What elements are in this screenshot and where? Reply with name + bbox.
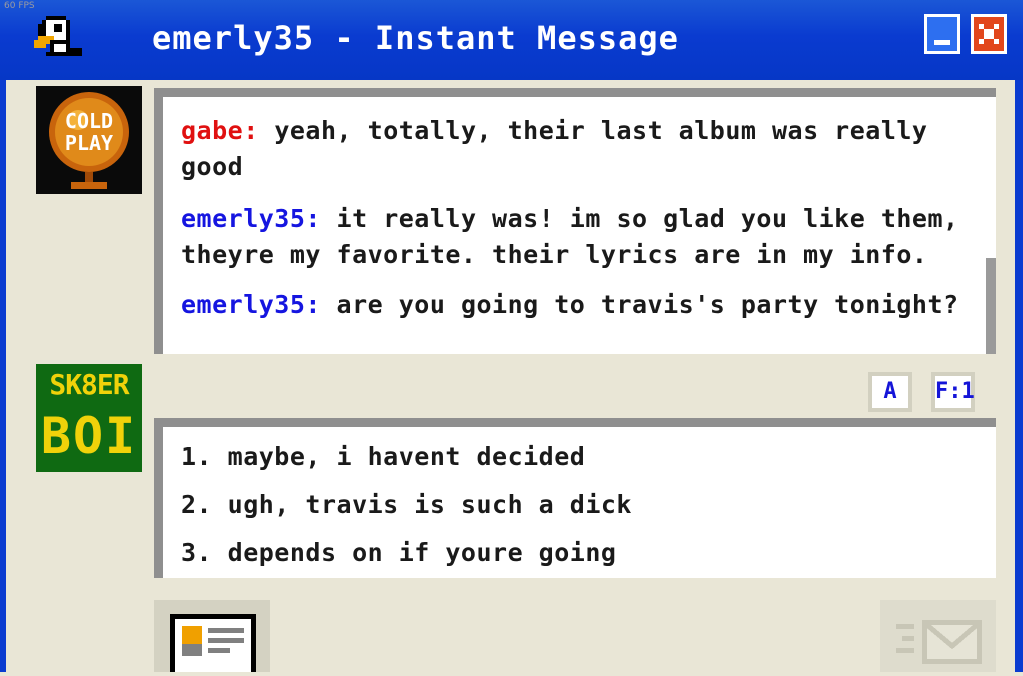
font-face-button[interactable]: F:1 xyxy=(931,372,975,412)
chat-scrollbar[interactable] xyxy=(986,258,996,354)
duck-icon xyxy=(34,16,82,56)
window-title: emerly35 - Instant Message xyxy=(152,19,679,57)
reply-option-2[interactable]: 2. ugh, travis is such a dick xyxy=(181,487,632,523)
reply-option-1[interactable]: 1. maybe, i havent decided xyxy=(181,439,585,475)
message-sender: gabe xyxy=(181,116,244,145)
window-frame-right xyxy=(1015,80,1023,672)
buddy-avatar: COLD PLAY xyxy=(36,86,142,194)
message-text: yeah, totally, their last album was real… xyxy=(181,116,928,181)
message-sender: emerly35 xyxy=(181,204,306,233)
message-text: are you going to travis's party tonight? xyxy=(320,290,959,319)
close-button[interactable] xyxy=(971,14,1007,54)
chat-message: emerly35: are you going to travis's part… xyxy=(181,290,959,319)
buddy-avatar-label-bottom: PLAY xyxy=(65,131,113,155)
self-avatar-line1: SK8ER xyxy=(49,368,129,401)
send-envelope-icon xyxy=(896,620,982,664)
coldplay-globe-icon: COLD PLAY xyxy=(49,92,129,189)
profile-button[interactable] xyxy=(154,600,270,672)
fps-counter: 60 FPS xyxy=(4,1,35,11)
window-frame-left xyxy=(0,80,6,672)
self-avatar-line2: BOI xyxy=(40,407,138,465)
title-bar[interactable]: emerly35 - Instant Message xyxy=(0,0,1023,80)
self-avatar: SK8ER BOI xyxy=(36,364,142,472)
chat-message: emerly35: it really was! im so glad you … xyxy=(181,204,959,269)
send-button[interactable] xyxy=(880,600,996,672)
minimize-icon xyxy=(934,40,950,45)
message-sender: emerly35 xyxy=(181,290,306,319)
reply-options: 1. maybe, i havent decided 2. ugh, travi… xyxy=(154,418,996,578)
reply-option-3[interactable]: 3. depends on if youre going xyxy=(181,535,616,571)
chat-message: gabe: yeah, totally, their last album wa… xyxy=(181,116,928,181)
close-icon xyxy=(979,24,999,44)
minimize-button[interactable] xyxy=(924,14,960,54)
chat-log[interactable]: gabe: yeah, totally, their last album wa… xyxy=(154,88,996,354)
buddy-avatar-label-top: COLD xyxy=(65,109,113,133)
font-button[interactable]: A xyxy=(868,372,912,412)
profile-card-icon xyxy=(170,614,256,672)
